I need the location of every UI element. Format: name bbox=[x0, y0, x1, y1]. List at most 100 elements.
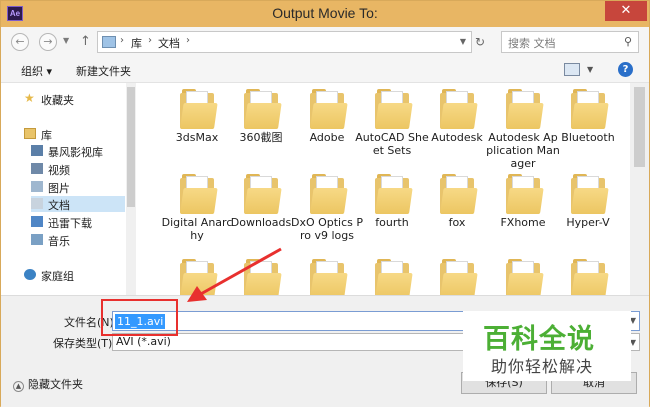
folder-icon bbox=[506, 174, 544, 214]
navigation-bar: ← → ▼ ↑ › 库 › 文档 › ▼ ↻ 搜索 文档 ⚲ bbox=[1, 27, 649, 57]
sidebar-item-homegroup[interactable]: 家庭组 bbox=[24, 267, 124, 283]
breadcrumb-library[interactable]: 库 bbox=[131, 35, 142, 51]
folder-icon bbox=[244, 174, 282, 214]
breadcrumb-separator-icon: › bbox=[148, 35, 152, 46]
up-arrow-icon[interactable]: ↑ bbox=[80, 34, 91, 49]
sidebar-item-label: 视频 bbox=[48, 164, 70, 177]
close-button[interactable]: ✕ bbox=[605, 1, 647, 21]
homegroup-icon bbox=[24, 269, 36, 280]
folder-name: Bluetooth bbox=[561, 131, 615, 144]
hide-folders-toggle[interactable]: ▲ 隐藏文件夹 bbox=[13, 376, 83, 392]
recent-locations-chevron-icon[interactable]: ▼ bbox=[63, 36, 69, 45]
navigation-pane: ★ 收藏夹 库 暴风影视库 视频 图片 文档 迅雷下载 音乐 家庭组 bbox=[1, 83, 126, 295]
folder-icon bbox=[180, 259, 218, 295]
search-input[interactable]: 搜索 文档 ⚲ bbox=[501, 31, 639, 53]
sidebar-scrollbar[interactable] bbox=[126, 83, 136, 295]
breadcrumb-documents[interactable]: 文档 bbox=[158, 35, 180, 51]
folder-icon bbox=[180, 174, 218, 214]
video-library-icon bbox=[31, 145, 43, 156]
folder-item[interactable] bbox=[293, 253, 361, 295]
folder-name: fox bbox=[448, 216, 466, 229]
sidebar-item-videos[interactable]: 视频 bbox=[31, 161, 131, 177]
folder-icon bbox=[375, 89, 413, 129]
breadcrumb-separator-icon: › bbox=[186, 35, 190, 46]
collapse-chevron-icon: ▲ bbox=[13, 381, 24, 392]
folder-name: Autodesk bbox=[431, 131, 483, 144]
highlight-box bbox=[101, 299, 178, 336]
refresh-icon[interactable]: ↻ bbox=[475, 35, 485, 49]
folder-icon bbox=[310, 174, 348, 214]
sidebar-item-music[interactable]: 音乐 bbox=[31, 232, 131, 248]
music-icon bbox=[31, 234, 43, 245]
folder-name: 360截图 bbox=[239, 131, 283, 144]
folder-icon bbox=[310, 89, 348, 129]
sidebar-item-storm-video-library[interactable]: 暴风影视库 bbox=[31, 143, 131, 159]
folder-icon bbox=[244, 259, 282, 295]
change-view-icon[interactable] bbox=[564, 63, 580, 76]
library-icon bbox=[24, 128, 36, 139]
file-type-value: AVI (*.avi) bbox=[116, 335, 171, 348]
folder-icon bbox=[571, 174, 609, 214]
title-bar[interactable]: Ae Output Movie To: ✕ bbox=[1, 1, 649, 27]
folder-name: Hyper-V bbox=[566, 216, 610, 229]
sidebar-item-label: 库 bbox=[41, 129, 52, 142]
new-folder-button[interactable]: 新建文件夹 bbox=[76, 63, 131, 79]
sidebar-item-label: 音乐 bbox=[48, 235, 70, 248]
folder-view: 3dsMax 360截图 Adobe AutoCAD Sheet Sets Autode… bbox=[136, 83, 630, 295]
folder-icon bbox=[506, 259, 544, 295]
hide-folders-label: 隐藏文件夹 bbox=[28, 378, 83, 391]
breadcrumb-separator-icon: › bbox=[120, 35, 124, 46]
address-bar[interactable]: › 库 › 文档 › ▼ bbox=[97, 31, 472, 53]
back-arrow-icon[interactable]: ← bbox=[11, 33, 29, 51]
folder-icon bbox=[440, 89, 478, 129]
watermark-subtitle: 助你轻松解决 bbox=[491, 357, 594, 376]
watermark: 百科全说 助你轻松解决 bbox=[463, 311, 631, 381]
sidebar-item-xunlei-downloads[interactable]: 迅雷下载 bbox=[31, 214, 131, 230]
folder-icon bbox=[571, 89, 609, 129]
folder-icon bbox=[440, 259, 478, 295]
video-icon bbox=[31, 163, 43, 174]
folder-view-scrollbar-thumb[interactable] bbox=[634, 87, 645, 167]
folder-icon bbox=[571, 259, 609, 295]
picture-icon bbox=[31, 181, 43, 192]
sidebar-item-libraries[interactable]: 库 bbox=[24, 126, 124, 142]
download-icon bbox=[31, 216, 43, 227]
folder-icon bbox=[375, 259, 413, 295]
search-placeholder: 搜索 文档 bbox=[508, 37, 556, 50]
document-icon bbox=[31, 198, 43, 209]
help-icon[interactable]: ? bbox=[618, 62, 633, 77]
address-history-chevron-icon[interactable]: ▼ bbox=[460, 37, 466, 46]
save-dialog: Ae Output Movie To: ✕ ← → ▼ ↑ › 库 › 文档 ›… bbox=[0, 0, 650, 407]
sidebar-item-label: 文档 bbox=[48, 199, 70, 212]
sidebar-item-label: 图片 bbox=[48, 182, 70, 195]
sidebar-scrollbar-thumb[interactable] bbox=[127, 87, 135, 207]
folder-icon bbox=[440, 174, 478, 214]
folder-icon bbox=[310, 259, 348, 295]
folder-icon bbox=[180, 89, 218, 129]
folder-item[interactable] bbox=[423, 253, 491, 295]
folder-name: Downloads bbox=[230, 216, 292, 229]
sidebar-item-label: 迅雷下载 bbox=[48, 217, 92, 230]
folder-item[interactable] bbox=[489, 253, 557, 295]
organize-menu-button[interactable]: 组织 ▾ bbox=[21, 63, 52, 79]
sidebar-item-pictures[interactable]: 图片 bbox=[31, 179, 131, 195]
folder-item[interactable] bbox=[554, 253, 622, 295]
folder-icon bbox=[244, 89, 282, 129]
folder-item[interactable] bbox=[227, 253, 295, 295]
folder-view-scrollbar[interactable] bbox=[630, 83, 649, 295]
command-toolbar: 组织 ▾ 新建文件夹 ▼ ? bbox=[1, 57, 649, 83]
sidebar-item-label: 家庭组 bbox=[41, 270, 74, 283]
file-type-label: 保存类型(T): bbox=[53, 337, 117, 350]
folder-item[interactable] bbox=[358, 253, 426, 295]
folder-icon bbox=[375, 174, 413, 214]
search-icon[interactable]: ⚲ bbox=[624, 35, 632, 48]
forward-arrow-icon[interactable]: → bbox=[39, 33, 57, 51]
folder-item[interactable] bbox=[163, 253, 231, 295]
sidebar-item-favorites[interactable]: ★ 收藏夹 bbox=[24, 91, 124, 107]
sidebar-item-documents[interactable]: 文档 bbox=[31, 196, 125, 212]
view-options-chevron-icon[interactable]: ▼ bbox=[587, 65, 593, 74]
watermark-title: 百科全说 bbox=[483, 324, 595, 355]
folder-icon bbox=[506, 89, 544, 129]
sidebar-item-label: 收藏夹 bbox=[41, 94, 74, 107]
sidebar-item-label: 暴风影视库 bbox=[48, 146, 103, 159]
